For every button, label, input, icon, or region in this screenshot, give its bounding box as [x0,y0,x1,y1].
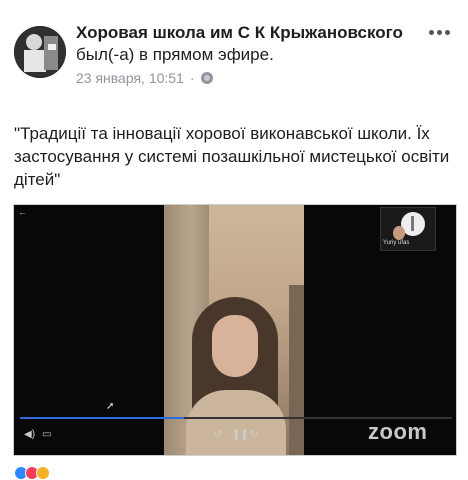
back-arrow-icon[interactable]: ← [18,207,27,217]
post-header: Хоровая школа им С К Крыжановского был(-… [14,22,454,112]
speaker-face [212,315,258,377]
avatar-image [14,26,66,78]
speaker-body [186,390,286,455]
page-name-link[interactable]: Хоровая школа им С К Крыжановского [76,23,403,42]
reactions-summary[interactable] [14,466,50,480]
post-text: "Традиції та інновації хорової виконавсь… [14,124,450,189]
zoom-logo: zoom [368,419,428,444]
post-timestamp[interactable]: 23 января, 10:51 [76,70,184,86]
pause-icon[interactable]: ❚❚ [232,429,249,440]
separator-dot: · [189,70,195,86]
time-line: 23 января, 10:51 · [76,70,406,86]
background-door [289,285,304,455]
dot [445,30,450,35]
haha-reaction-icon [36,466,50,480]
captions-icon[interactable]: ▭ [42,429,51,440]
mouse-cursor-icon: ➚ [106,401,115,412]
forward-icon[interactable]: ↻ [250,429,258,440]
participant-thumbnail[interactable]: Yuriy ufas [380,207,436,251]
participant-label: Yuriy ufas [383,240,410,246]
participant-head [393,226,405,240]
page-avatar[interactable] [14,26,66,78]
action-text: был(-а) в прямом эфире. [76,45,274,64]
globe-icon [200,72,213,84]
author-line: Хоровая школа им С К Крыжановского был(-… [76,22,406,66]
post-meta: Хоровая школа им С К Крыжановского был(-… [76,22,406,86]
video-player[interactable]: Yuriy ufas ← ➚ ◀) ▭ ↺ ❚❚ ↻ zoom [13,204,457,456]
video-progress-fill [20,417,185,419]
dot [429,30,434,35]
rewind-icon[interactable]: ↺ [214,429,222,440]
volume-icon[interactable]: ◀) [24,429,35,440]
more-options-icon[interactable] [429,30,450,35]
dot [437,30,442,35]
